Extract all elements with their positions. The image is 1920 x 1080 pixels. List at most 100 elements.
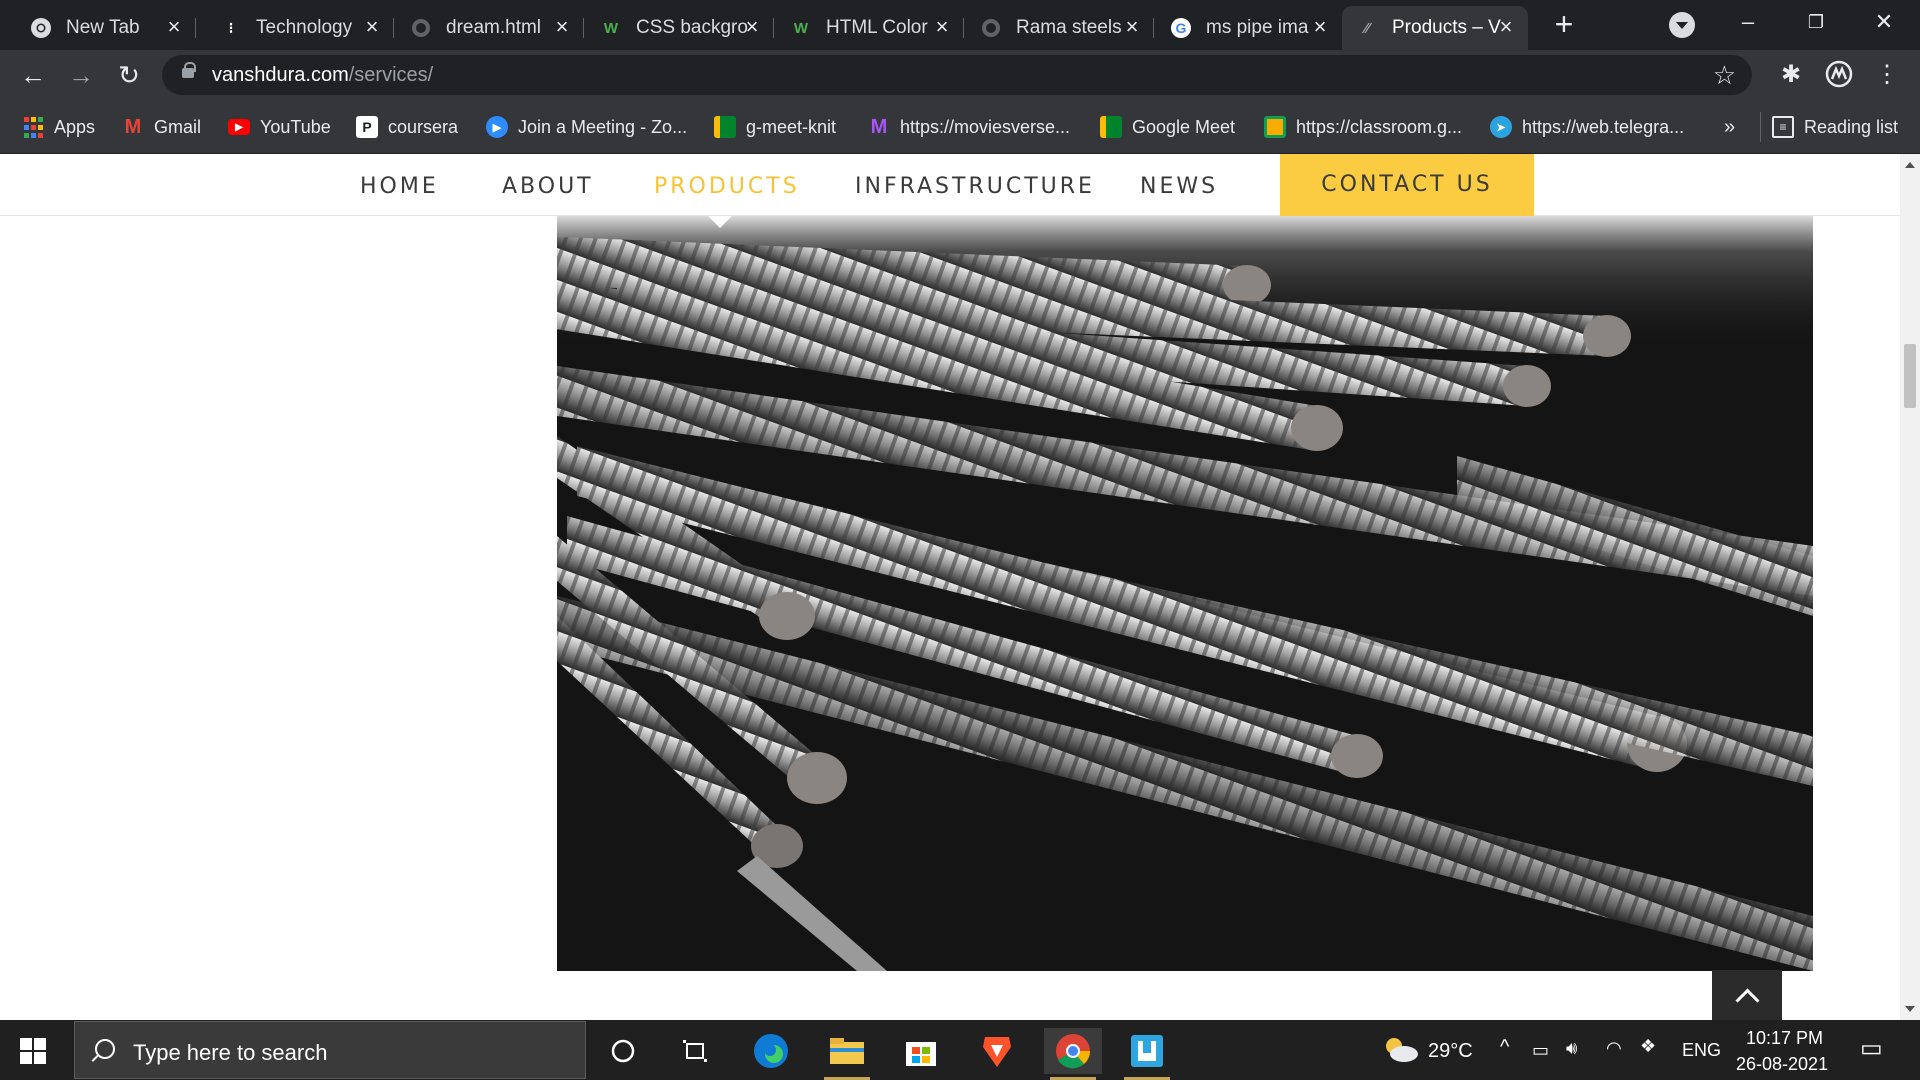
new-tab-button[interactable]: + (1546, 8, 1582, 44)
globe-icon (980, 17, 1002, 39)
bookmark-apps[interactable]: Apps (22, 114, 95, 140)
bookmark-label: https://moviesverse... (900, 116, 1071, 137)
dropbox-icon[interactable]: ❖ (1640, 1036, 1656, 1057)
volume-icon[interactable]: 🔊︎ (1566, 1038, 1577, 1059)
close-icon[interactable]: × (1494, 16, 1518, 40)
forward-button[interactable]: → (64, 58, 98, 92)
menu-icon[interactable]: ⋮ (1872, 60, 1902, 90)
temperature-label[interactable]: 29°C (1428, 1040, 1473, 1063)
close-icon[interactable]: × (1308, 16, 1332, 40)
lock-icon[interactable] (182, 62, 196, 78)
search-icon (95, 1039, 115, 1059)
wifi-icon[interactable]: ◠ (1606, 1038, 1622, 1059)
bookmark-gmail[interactable]: M Gmail (122, 114, 201, 140)
cortana-icon[interactable] (594, 1028, 652, 1074)
bookmark-label: Apps (54, 116, 96, 137)
page-scrollbar[interactable] (1900, 154, 1920, 1020)
tab-ms-pipe[interactable]: G ms pipe ima × (1156, 6, 1342, 50)
bookmark-coursera[interactable]: P coursera (356, 114, 458, 140)
bookmark-moviesverse[interactable]: M https://moviesverse... (868, 114, 1070, 140)
bookmark-zoom[interactable]: ▶ Join a Meeting - Zo... (486, 114, 687, 140)
restore-button[interactable]: ❐ (1796, 6, 1836, 38)
chrome-taskbar-icon[interactable] (1044, 1028, 1102, 1080)
tab-new-tab[interactable]: New Tab × (16, 6, 196, 50)
bookmark-label: g-meet-knit (746, 116, 837, 137)
close-icon[interactable]: × (162, 16, 186, 40)
tab-rama-steels[interactable]: Rama steels × (966, 6, 1154, 50)
clock-date[interactable]: 26-08-2021 (1736, 1054, 1828, 1075)
telegram-icon: ➤ (1490, 116, 1512, 138)
task-view-icon[interactable] (666, 1028, 724, 1074)
close-icon[interactable]: × (1120, 16, 1144, 40)
close-icon[interactable]: × (550, 16, 574, 40)
w3schools-icon: W (603, 19, 619, 37)
reading-list-button[interactable]: ≡ Reading list (1772, 114, 1898, 140)
app-taskbar-icon[interactable] (1118, 1028, 1176, 1080)
address-bar[interactable]: vanshdura.com/services/ ☆ (162, 55, 1752, 95)
bookmark-telegram[interactable]: ➤ https://web.telegra... (1490, 114, 1684, 140)
chrome-icon (30, 17, 52, 39)
scroll-down-arrow-icon[interactable] (1905, 1006, 1915, 1012)
brave-icon[interactable] (968, 1028, 1026, 1074)
google-icon: G (1170, 17, 1192, 39)
nav-infrastructure[interactable]: INFRASTRUCTURE (855, 174, 1095, 199)
divider (1760, 112, 1761, 142)
nav-home[interactable]: HOME (360, 174, 439, 199)
bookmark-label: coursera (388, 116, 459, 137)
nav-news[interactable]: NEWS (1140, 174, 1218, 199)
tab-products[interactable]: ⁄⁄ Products – V × (1342, 6, 1528, 50)
url-path: /services/ (348, 64, 434, 86)
notification-icon[interactable]: ▭ (1860, 1034, 1883, 1063)
scroll-up-arrow-icon[interactable] (1905, 162, 1915, 168)
apps-icon (22, 116, 44, 138)
extensions-icon[interactable]: ✱ (1776, 60, 1806, 90)
product-image-steel-bars (557, 216, 1813, 971)
bookmark-label: YouTube (260, 116, 331, 137)
back-button[interactable]: ← (16, 58, 50, 92)
tab-css-background[interactable]: W CSS backgro × (586, 6, 774, 50)
close-icon[interactable]: × (930, 16, 954, 40)
globe-icon (410, 17, 432, 39)
battery-icon[interactable]: ▭ (1532, 1040, 1549, 1061)
bookmark-youtube[interactable]: ▶ YouTube (228, 114, 331, 140)
file-explorer-icon[interactable] (818, 1028, 876, 1080)
language-indicator[interactable]: ENG (1682, 1040, 1721, 1061)
tab-dream-html[interactable]: dream.html × (396, 6, 584, 50)
minimize-button[interactable]: – (1728, 6, 1768, 38)
zoom-icon: ▶ (486, 116, 508, 138)
tab-html-color[interactable]: W HTML Color × (776, 6, 964, 50)
scroll-to-top-button[interactable] (1712, 970, 1782, 1020)
close-icon[interactable]: × (360, 16, 384, 40)
classroom-icon (1264, 116, 1286, 138)
clock-time[interactable]: 10:17 PM (1746, 1028, 1823, 1049)
reload-button[interactable]: ↻ (112, 58, 146, 92)
bookmark-star-icon[interactable]: ☆ (1713, 60, 1736, 91)
chevron-up-icon[interactable]: ^ (1500, 1036, 1509, 1059)
weather-icon[interactable] (1380, 1034, 1420, 1069)
scroll-thumb[interactable] (1904, 344, 1916, 408)
edge-icon[interactable] (742, 1028, 800, 1074)
nav-about[interactable]: ABOUT (502, 174, 594, 199)
contact-us-button[interactable]: CONTACT US (1280, 154, 1534, 216)
coursera-icon: P (356, 116, 378, 138)
window-close-button[interactable]: ✕ (1864, 6, 1904, 38)
stripe-icon: ⁝ (228, 20, 234, 37)
bookmark-classroom[interactable]: https://classroom.g... (1264, 114, 1462, 140)
profile-avatar[interactable] (1824, 60, 1854, 90)
browser-tab-bar: New Tab × ⁝ Technology × dream.html × W … (0, 0, 1920, 50)
bookmarks-overflow-button[interactable]: » (1724, 114, 1735, 140)
microsoft-store-icon[interactable] (892, 1028, 950, 1074)
browser-toolbar: ← → ↻ vanshdura.com/services/ ☆ ✱ ⋮ (0, 50, 1920, 100)
close-icon[interactable]: × (740, 16, 764, 40)
windows-taskbar: Type here to search 29°C ^ ▭ 🔊︎ ◠ ❖ ENG … (0, 1020, 1920, 1080)
tab-search-icon[interactable] (1669, 12, 1695, 38)
bookmark-google-meet[interactable]: Google Meet (1100, 114, 1235, 140)
url-text[interactable]: vanshdura.com/services/ (212, 64, 433, 87)
bookmark-label: Join a Meeting - Zo... (518, 116, 688, 137)
bookmark-g-meet-knit[interactable]: g-meet-knit (714, 114, 836, 140)
tab-technology[interactable]: ⁝ Technology × (206, 6, 394, 50)
bookmarks-bar: Apps M Gmail ▶ YouTube P coursera ▶ Join… (0, 100, 1920, 154)
start-button[interactable] (20, 1038, 46, 1064)
nav-products[interactable]: PRODUCTS (654, 174, 800, 199)
taskbar-search-box[interactable]: Type here to search (74, 1021, 586, 1079)
